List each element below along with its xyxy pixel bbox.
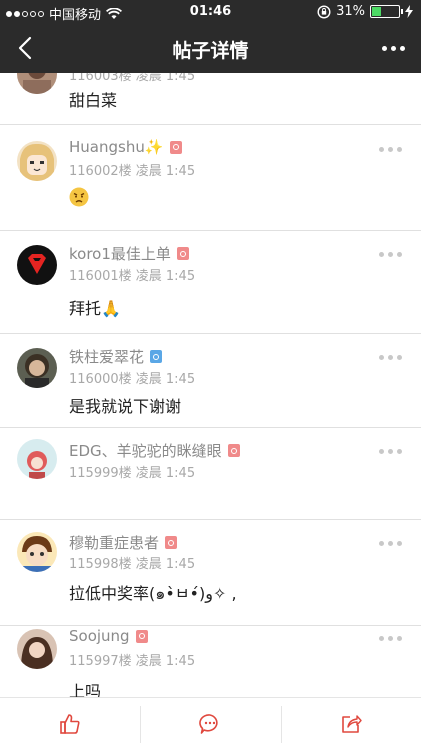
avatar[interactable]	[17, 532, 57, 572]
reply-content: 拜托🙏	[69, 299, 121, 318]
reply-more-icon[interactable]	[379, 537, 405, 549]
reply-more-icon[interactable]	[379, 351, 405, 363]
reply-item: 穆勒重症患者 115998楼 凌晨 1:45 拉低中奖率(๑•̀ㅂ•́)و✧ ,	[0, 520, 421, 626]
charging-bolt-icon	[405, 5, 413, 18]
angry-emoji-icon	[69, 187, 89, 207]
battery-icon	[370, 5, 403, 18]
avatar[interactable]	[17, 439, 57, 479]
avatar[interactable]	[17, 629, 57, 669]
reply-more-icon[interactable]	[379, 248, 405, 260]
avatar[interactable]	[17, 141, 57, 181]
share-icon	[342, 715, 362, 733]
reply-username[interactable]: koro1最佳上单	[69, 243, 189, 264]
avatar[interactable]	[17, 348, 57, 388]
bottom-action-bar	[0, 697, 421, 750]
reply-meta: 115998楼 凌晨 1:45	[69, 557, 196, 572]
like-button[interactable]	[0, 698, 140, 750]
male-gender-icon	[150, 350, 163, 363]
female-gender-icon	[165, 536, 178, 549]
username-text[interactable]: Huangshu✨	[69, 138, 164, 156]
username-text[interactable]: 铁柱爱翠花	[69, 346, 144, 367]
reply-meta: 116000楼 凌晨 1:45	[69, 372, 196, 387]
username-text[interactable]: EDG、羊驼驼的眯缝眼	[69, 440, 222, 461]
reply-list[interactable]: 116003楼 凌晨 1:45 甜白菜 Huangshu✨ 116002楼 凌晨…	[0, 73, 421, 697]
reply-username[interactable]: Huangshu✨	[69, 138, 182, 156]
reply-item: Soojung 115997楼 凌晨 1:45 上吗	[0, 626, 421, 697]
share-button[interactable]	[280, 698, 421, 750]
comment-button[interactable]	[140, 698, 280, 750]
reply-username[interactable]: EDG、羊驼驼的眯缝眼	[69, 440, 240, 461]
reply-username[interactable]: 穆勒重症患者	[69, 532, 178, 553]
orientation-lock-icon	[317, 4, 331, 19]
reply-meta: 116002楼 凌晨 1:45	[69, 164, 196, 179]
reply-item: Huangshu✨ 116002楼 凌晨 1:45	[0, 125, 421, 231]
reply-meta: 116001楼 凌晨 1:45	[69, 269, 196, 284]
username-text[interactable]: koro1最佳上单	[69, 243, 171, 264]
username-text[interactable]: Soojung	[69, 627, 130, 645]
avatar[interactable]	[17, 245, 57, 285]
battery-percent: 31%	[336, 4, 365, 19]
female-gender-icon	[135, 629, 148, 643]
reply-content: 是我就说下谢谢	[69, 397, 182, 416]
status-right: 31%	[317, 4, 413, 19]
reply-more-icon[interactable]	[379, 632, 405, 644]
page-title: 帖子详情	[172, 40, 249, 62]
reply-content	[69, 187, 89, 211]
reply-meta: 115999楼 凌晨 1:45	[69, 466, 196, 481]
reply-item: koro1最佳上单 116001楼 凌晨 1:45 拜托🙏	[0, 231, 421, 334]
comment-icon	[199, 714, 219, 734]
thumbs-up-icon	[60, 714, 80, 734]
reply-username[interactable]: Soojung	[69, 627, 148, 645]
reply-more-icon[interactable]	[379, 445, 405, 457]
reply-item: EDG、羊驼驼的眯缝眼 115999楼 凌晨 1:45	[0, 428, 421, 520]
reply-item: 116003楼 凌晨 1:45 甜白菜	[0, 73, 421, 125]
reply-item: 铁柱爱翠花 116000楼 凌晨 1:45 是我就说下谢谢	[0, 334, 421, 428]
avatar[interactable]	[17, 73, 57, 94]
top-bar: 中国移动 01:46 31% 帖子详情	[0, 0, 421, 73]
username-text[interactable]: 穆勒重症患者	[69, 532, 159, 553]
female-gender-icon	[169, 140, 182, 154]
reply-username[interactable]: 铁柱爱翠花	[69, 346, 163, 367]
reply-content: 拉低中奖率(๑•̀ㅂ•́)و✧ ,	[69, 584, 237, 603]
reply-meta: 115997楼 凌晨 1:45	[69, 654, 196, 669]
reply-content: 甜白菜	[69, 91, 118, 110]
female-gender-icon	[227, 444, 240, 457]
status-bar: 中国移动 01:46 31%	[0, 0, 421, 24]
reply-content: 上吗	[69, 682, 102, 697]
reply-meta: 116003楼 凌晨 1:45	[69, 73, 196, 84]
back-chevron-icon[interactable]	[14, 35, 38, 61]
more-dots-icon[interactable]	[377, 38, 409, 58]
reply-more-icon[interactable]	[379, 143, 405, 155]
female-gender-icon	[176, 247, 189, 260]
nav-bar: 帖子详情	[0, 24, 421, 73]
